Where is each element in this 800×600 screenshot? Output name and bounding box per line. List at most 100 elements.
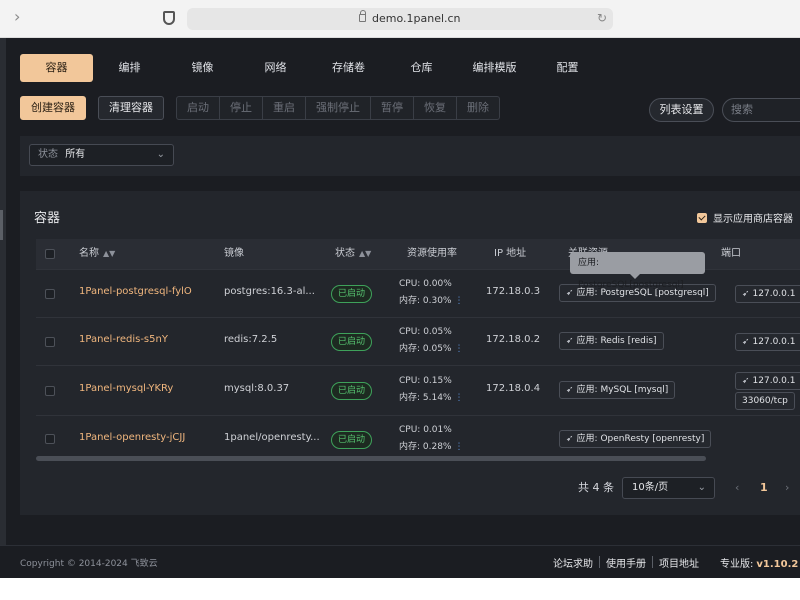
restart-button[interactable]: 重启	[263, 96, 306, 120]
forum-link[interactable]: 论坛求助	[553, 555, 593, 570]
usage-stats: CPU: 0.15% 内存: 5.14% ⋮	[399, 373, 463, 407]
url-text: demo.1panel.cn	[372, 12, 461, 25]
navigate-icon: ➹	[566, 385, 574, 395]
more-dots-icon[interactable]: ⋮	[454, 393, 463, 403]
pagination: 共 4 条 10条/页 ⌄ ‹ 1 ›	[0, 477, 800, 499]
header-status-label: 状态	[335, 248, 355, 259]
stop-button[interactable]: 停止	[220, 96, 263, 120]
cpu-usage: CPU: 0.01%	[399, 425, 452, 435]
create-container-button[interactable]: 创建容器	[20, 96, 86, 120]
window-edge-marker	[0, 210, 3, 240]
port-label: 127.0.0.1	[752, 376, 796, 386]
status-badge[interactable]: 已启动	[331, 382, 373, 400]
show-store-label: 显示应用商店容器	[713, 214, 793, 225]
next-page-icon[interactable]: ›	[785, 478, 789, 498]
tab-volumes[interactable]: 存储卷	[312, 54, 385, 82]
horizontal-scrollbar[interactable]	[36, 456, 706, 461]
browser-toolbar: › demo.1panel.cn ↻	[0, 0, 800, 38]
container-name-link[interactable]: 1Panel-mysql-YKRy	[79, 383, 173, 394]
containers-panel: 容器 显示应用商店容器 名称▲▼ 镜像 状态▲▼ 资源使用率 IP 地址 关联资…	[20, 191, 800, 515]
start-button[interactable]: 启动	[176, 96, 220, 120]
related-app-tooltip: 应用: PostgreSQL[postgresql]	[570, 252, 705, 290]
header-name[interactable]: 名称 ▲▼	[79, 239, 115, 269]
related-app-label: 应用: OpenResty [openresty]	[576, 434, 705, 444]
row-checkbox[interactable]	[45, 337, 55, 347]
prev-page-icon[interactable]: ‹	[735, 478, 739, 498]
address-bar[interactable]: demo.1panel.cn ↻	[187, 8, 613, 30]
resume-button[interactable]: 恢复	[414, 96, 457, 120]
shield-icon[interactable]	[163, 11, 175, 25]
tab-containers[interactable]: 容器	[20, 54, 93, 82]
container-name-link[interactable]: 1Panel-openresty-jCJJ	[79, 432, 185, 443]
manual-link[interactable]: 使用手册	[606, 555, 646, 570]
container-name-link[interactable]: 1Panel-redis-s5nY	[79, 334, 168, 345]
cpu-usage: CPU: 0.05%	[399, 327, 452, 337]
port-button[interactable]: ➹ 127.0.0.1	[735, 285, 800, 303]
clean-containers-button[interactable]: 清理容器	[98, 96, 164, 120]
mem-usage: 内存: 5.14%	[399, 393, 452, 403]
table-row: 1Panel-mysql-YKRy mysql:8.0.37 已启动 CPU: …	[36, 365, 800, 415]
tab-repositories[interactable]: 仓库	[385, 54, 458, 82]
page-size-value: 10条/页	[632, 482, 669, 493]
more-dots-icon[interactable]: ⋮	[454, 296, 463, 306]
sort-icon: ▲▼	[103, 249, 116, 258]
ip-text: 172.18.0.3	[486, 286, 541, 297]
tab-networks[interactable]: 网络	[239, 54, 312, 82]
back-chevron-icon[interactable]: ›	[14, 9, 30, 25]
navigate-icon: ➹	[566, 336, 574, 346]
footer: Copyright © 2014-2024 飞致云 论坛求助 使用手册 项目地址…	[0, 545, 800, 578]
show-store-checkbox[interactable]: 显示应用商店容器	[697, 210, 793, 225]
image-text: 1panel/openresty...	[224, 432, 320, 443]
tab-images[interactable]: 镜像	[166, 54, 239, 82]
mem-usage: 内存: 0.05%	[399, 344, 452, 354]
header-port: 端口	[721, 248, 741, 259]
search-input[interactable]: 搜索	[722, 98, 800, 122]
current-page[interactable]: 1	[760, 478, 768, 498]
force-stop-button[interactable]: 强制停止	[306, 96, 371, 120]
cpu-usage: CPU: 0.00%	[399, 279, 452, 289]
status-badge[interactable]: 已启动	[331, 285, 373, 303]
related-app-button[interactable]: ➹ 应用: Redis [redis]	[559, 332, 664, 350]
cpu-usage: CPU: 0.15%	[399, 376, 452, 386]
related-app-button[interactable]: ➹ 应用: MySQL [mysql]	[559, 381, 676, 399]
more-dots-icon[interactable]: ⋮	[454, 344, 463, 354]
table-row: 1Panel-openresty-jCJJ 1panel/openresty..…	[36, 415, 800, 461]
copyright-text: Copyright © 2014-2024 飞致云	[20, 559, 158, 569]
pause-button[interactable]: 暂停	[371, 96, 414, 120]
more-dots-icon[interactable]: ⋮	[454, 442, 463, 452]
row-checkbox[interactable]	[45, 434, 55, 444]
edition-label: 专业版:	[720, 559, 754, 570]
row-checkbox[interactable]	[45, 289, 55, 299]
chevron-down-icon: ⌄	[697, 482, 706, 493]
list-settings-button[interactable]: 列表设置	[649, 98, 714, 122]
delete-button[interactable]: 删除	[457, 96, 500, 120]
divider	[599, 556, 600, 568]
checkbox-checked-icon[interactable]	[697, 212, 707, 223]
status-badge[interactable]: 已启动	[331, 333, 373, 351]
select-all-checkbox[interactable]	[45, 249, 55, 259]
batch-action-group: 启动 停止 重启 强制停止 暂停 恢复 删除	[176, 96, 500, 120]
navigate-icon: ➹	[742, 376, 750, 386]
port-button[interactable]: ➹ 127.0.0.1	[735, 372, 800, 390]
row-checkbox[interactable]	[45, 386, 55, 396]
status-badge[interactable]: 已启动	[331, 431, 373, 449]
chevron-down-icon: ⌄	[156, 149, 165, 160]
divider	[652, 556, 653, 568]
project-link[interactable]: 项目地址	[659, 555, 699, 570]
reload-icon[interactable]: ↻	[597, 11, 607, 25]
mem-usage: 内存: 0.30%	[399, 296, 452, 306]
port-button[interactable]: ➹ 127.0.0.1	[735, 333, 800, 351]
container-name-link[interactable]: 1Panel-postgresql-fylO	[79, 286, 192, 297]
page-size-select[interactable]: 10条/页 ⌄	[622, 477, 715, 499]
header-status[interactable]: 状态 ▲▼	[335, 239, 371, 269]
navigate-icon: ➹	[566, 288, 574, 298]
tab-settings[interactable]: 配置	[531, 54, 604, 82]
related-app-button[interactable]: ➹ 应用: OpenResty [openresty]	[559, 430, 712, 448]
image-text: redis:7.2.5	[224, 334, 278, 345]
tab-compose-templates[interactable]: 编排模版	[458, 54, 531, 82]
port-button[interactable]: 33060/tcp	[735, 392, 795, 410]
status-select[interactable]: 状态 所有 ⌄	[29, 144, 174, 166]
version-number[interactable]: v1.10.2	[756, 559, 798, 570]
tab-compose[interactable]: 编排	[93, 54, 166, 82]
table-row: 1Panel-postgresql-fylO postgres:16.3-al.…	[36, 269, 800, 317]
